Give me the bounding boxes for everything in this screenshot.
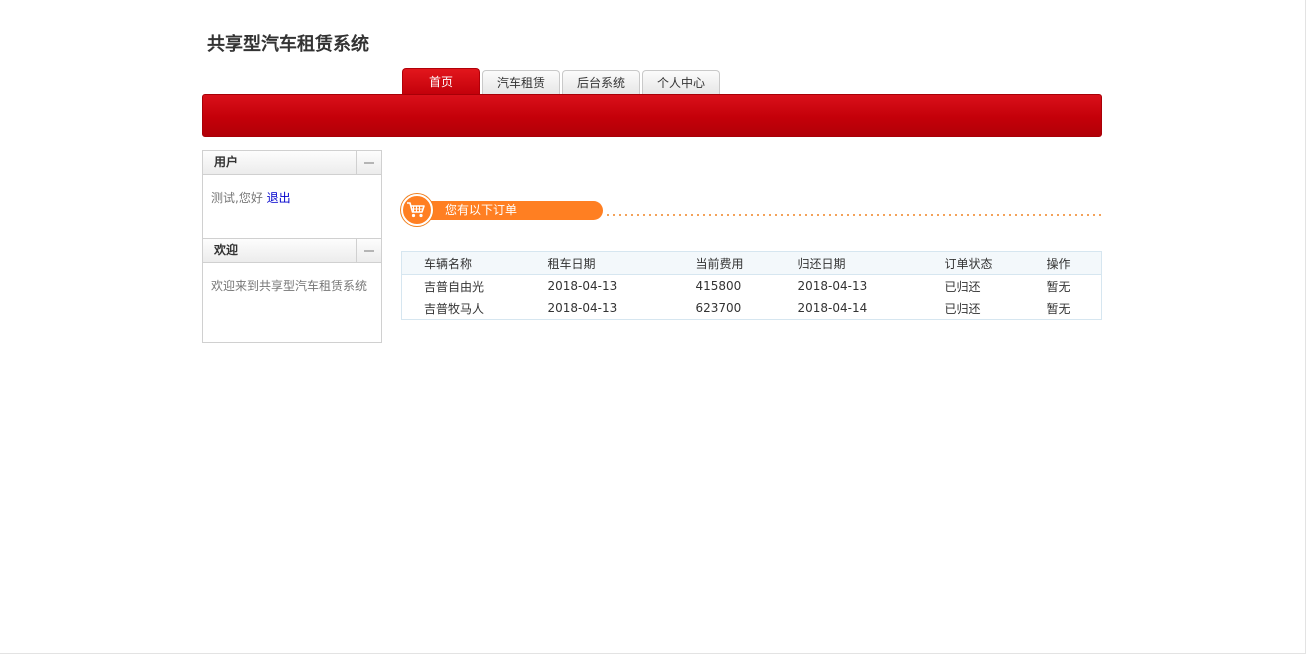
welcome-panel-body: 欢迎来到共享型汽车租赁系统: [203, 263, 381, 342]
table-cell: 2018-04-13: [797, 279, 868, 293]
table-cell: 吉普牧马人: [424, 301, 485, 316]
column-header: 归还日期: [797, 251, 945, 275]
user-greeting: 测试,您好: [211, 191, 263, 205]
table-cell: 已归还: [944, 279, 981, 294]
welcome-panel-title: 欢迎: [214, 243, 239, 257]
column-header: 操作: [1046, 251, 1102, 275]
collapse-icon[interactable]: [356, 239, 381, 262]
table-row: 吉普牧马人 2018-04-13 623700 2018-04-14 已归还 暂…: [402, 297, 1102, 320]
dotted-divider: [605, 214, 1102, 216]
tab-admin[interactable]: 后台系统: [562, 70, 641, 95]
table-header-row: 车辆名称 租车日期 当前费用 归还日期 订单状态 操作: [401, 251, 1102, 275]
tab-home[interactable]: 首页: [402, 68, 481, 95]
table-cell: 已归还: [944, 301, 981, 316]
tab-personal-center[interactable]: 个人中心: [642, 70, 721, 95]
welcome-message: 欢迎来到共享型汽车租赁系统: [211, 279, 368, 293]
sidebar: 用户 测试,您好 退出 欢迎 欢迎来到共享型汽车租赁系统: [202, 150, 382, 343]
table-row: 吉普自由光 2018-04-13 415800 2018-04-13 已归还 暂…: [402, 275, 1102, 298]
user-panel-body: 测试,您好 退出: [203, 175, 381, 238]
orders-heading: 您有以下订单: [423, 201, 603, 220]
table-cell: 2018-04-13: [547, 279, 618, 293]
table-cell: 吉普自由光: [424, 279, 485, 294]
orders-table: 车辆名称 租车日期 当前费用 归还日期 订单状态 操作 吉普自由光 2018-0…: [401, 251, 1102, 320]
table-cell: 暂无: [1046, 301, 1071, 316]
tab-car-rental[interactable]: 汽车租赁: [482, 70, 561, 95]
column-header: 车辆名称: [401, 251, 548, 275]
welcome-panel: 欢迎 欢迎来到共享型汽车租赁系统: [202, 239, 382, 343]
table-cell: 2018-04-14: [797, 301, 868, 315]
main-nav: 首页 汽车租赁 后台系统 个人中心: [402, 68, 722, 95]
orders-section-header: 您有以下订单: [401, 194, 1102, 226]
welcome-panel-header: 欢迎: [203, 239, 381, 263]
user-panel-header: 用户: [203, 151, 381, 175]
table-cell: 2018-04-13: [547, 301, 618, 315]
column-header: 订单状态: [944, 251, 1047, 275]
shopping-cart-icon: [401, 194, 433, 226]
table-cell: 415800: [695, 279, 742, 293]
table-cell: 623700: [695, 301, 742, 315]
collapse-icon[interactable]: [356, 151, 381, 174]
table-cell: 暂无: [1046, 279, 1071, 294]
header-banner: [202, 94, 1102, 137]
user-panel-title: 用户: [214, 155, 239, 169]
logout-link[interactable]: 退出: [267, 191, 291, 205]
column-header: 当前费用: [695, 251, 798, 275]
site-title: 共享型汽车租赁系统: [207, 34, 369, 55]
column-header: 租车日期: [547, 251, 696, 275]
user-panel: 用户 测试,您好 退出: [202, 150, 382, 239]
